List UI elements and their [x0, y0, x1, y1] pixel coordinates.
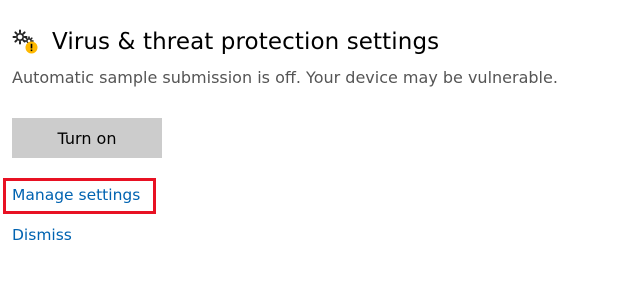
manage-settings-link[interactable]: Manage settings [12, 186, 140, 204]
notification-description: Automatic sample submission is off. Your… [12, 68, 558, 87]
notification-header: Virus & threat protection settings [12, 26, 439, 58]
dismiss-link[interactable]: Dismiss [12, 226, 72, 244]
turn-on-button[interactable]: Turn on [12, 118, 162, 158]
notification-title: Virus & threat protection settings [52, 29, 440, 55]
gears-warning-icon [12, 28, 40, 56]
